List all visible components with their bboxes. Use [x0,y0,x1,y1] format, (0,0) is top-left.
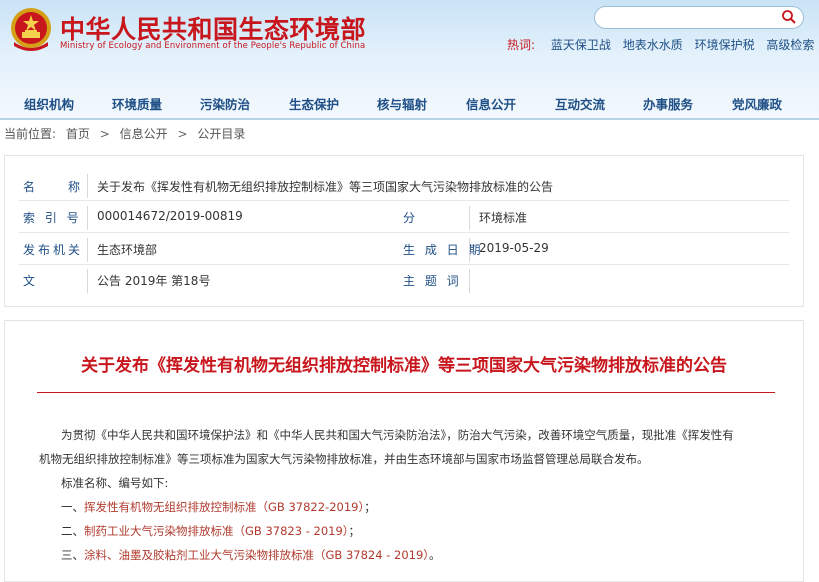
nav-item-interaction[interactable]: 互动交流 [555,94,605,113]
standard-link[interactable]: 涂料、油墨及胶粘剂工业大气污染物排放标准 [84,548,314,562]
advanced-search-link[interactable]: 高级检索 [766,38,814,52]
search-icon[interactable] [781,9,797,25]
date-label: 生 成 日 期 [403,243,484,257]
breadcrumb-home[interactable]: 首页 [66,127,90,141]
standard-code[interactable]: （GB 37823 - 2019） [234,524,349,538]
article-paragraph: 机物无组织排放控制标准》等三项标准为国家大气污染物排放标准，并由生态环境部与国家… [39,452,649,466]
search-box [594,6,804,29]
publisher-value: 生态环境部 [97,243,158,257]
name-value: 关于发布《挥发性有机物无组织排放控制标准》等三项国家大气污染物排放标准的公告 [97,180,554,194]
site-header: 中华人民共和国生态环境部 Ministry of Ecology and Env… [0,0,819,120]
nav-item-environment-quality[interactable]: 环境质量 [112,94,162,113]
site-subtitle-en: Ministry of Ecology and Environment of t… [60,41,366,51]
breadcrumb-prefix: 当前位置: [4,127,57,141]
breadcrumb-separator: > [99,127,110,141]
nav-item-pollution-control[interactable]: 污染防治 [200,94,250,113]
doc-number-label: 文 号 [23,274,43,288]
column-divider [87,269,88,293]
hot-link-1[interactable]: 蓝天保卫战 [551,38,611,52]
standard-link[interactable]: 制药工业大气污染物排放标准 [84,524,234,538]
standard-index: 三、 [61,548,84,562]
row-divider [19,200,789,201]
search-input[interactable] [605,9,779,27]
standard-index: 二、 [61,524,84,538]
nav-item-nuclear-radiation[interactable]: 核与辐射 [377,94,427,113]
article-paragraph: 标准名称、编号如下: [61,476,169,490]
column-divider [87,206,88,230]
standard-index: 一、 [61,500,84,514]
doc-number-value: 公告 2019年 第18号 [97,274,211,288]
category-label: 分 类 [403,211,431,225]
column-divider [469,269,470,293]
nav-item-party-discipline[interactable]: 党风廉政 [732,94,782,113]
column-divider [87,238,88,262]
hot-words-label: 热词: [507,38,536,52]
breadcrumb-info-disclosure[interactable]: 信息公开 [120,127,168,141]
article-paragraph: 为贯彻《中华人民共和国环境保护法》和《中华人民共和国大气污染防治法》，防治大气污… [61,428,734,442]
nav-item-organization[interactable]: 组织机构 [24,94,74,113]
standard-code[interactable]: （GB 37822-2019） [257,500,365,514]
subject-label: 主 题 词 [403,274,462,288]
hot-link-3[interactable]: 环境保护税 [695,38,755,52]
row-divider [19,232,789,233]
standard-code[interactable]: （GB 37824 - 2019） [314,548,429,562]
standard-item: 二、制药工业大气污染物排放标准（GB 37823 - 2019）； [61,519,360,543]
nav-item-information-disclosure[interactable]: 信息公开 [466,94,516,113]
national-emblem-icon [8,6,54,54]
nav-item-services[interactable]: 办事服务 [643,94,693,113]
breadcrumb-catalog[interactable]: 公开目录 [197,127,245,141]
nav-item-ecology-protection[interactable]: 生态保护 [289,94,339,113]
standard-link[interactable]: 挥发性有机物无组织排放控制标准 [84,500,257,514]
standard-punct: ； [364,500,376,514]
index-value: 000014672/2019-00819 [97,209,243,223]
article-panel: 关于发布《挥发性有机物无组织排放控制标准》等三项国家大气污染物排放标准的公告 为… [4,320,804,582]
row-divider [19,264,789,265]
column-divider [87,174,88,198]
standard-item: 三、涂料、油墨及胶粘剂工业大气污染物排放标准（GB 37824 - 2019）。 [61,543,441,567]
standard-punct: ； [348,524,361,538]
publisher-label: 发布机关 [23,243,83,257]
metadata-table: 名 称 关于发布《挥发性有机物无组织排放控制标准》等三项国家大气污染物排放标准的… [13,164,795,298]
breadcrumb-separator: > [177,127,188,141]
title-divider [37,392,775,393]
index-label: 索 引 号 [23,211,82,225]
column-divider [469,206,470,230]
category-value: 环境标准 [479,211,528,225]
breadcrumb: 当前位置: 首页 > 信息公开 > 公开目录 [4,125,245,142]
date-value: 2019-05-29 [479,241,549,255]
hot-link-2[interactable]: 地表水水质 [623,38,683,52]
main-nav: 组织机构 环境质量 污染防治 生态保护 核与辐射 信息公开 互动交流 办事服务 … [0,88,819,116]
name-label: 名 称 [23,180,84,194]
article-title: 关于发布《挥发性有机物无组织排放控制标准》等三项国家大气污染物排放标准的公告 [81,356,727,376]
document-metadata-panel: 名 称 关于发布《挥发性有机物无组织排放控制标准》等三项国家大气污染物排放标准的… [4,155,804,307]
column-divider [469,238,470,262]
nav-divider [0,118,819,120]
standard-punct: 。 [429,548,441,562]
standard-item: 一、挥发性有机物无组织排放控制标准（GB 37822-2019）； [61,495,376,519]
hot-words: 热词: 蓝天保卫战 地表水水质 环境保护税 高级检索 [507,36,814,53]
